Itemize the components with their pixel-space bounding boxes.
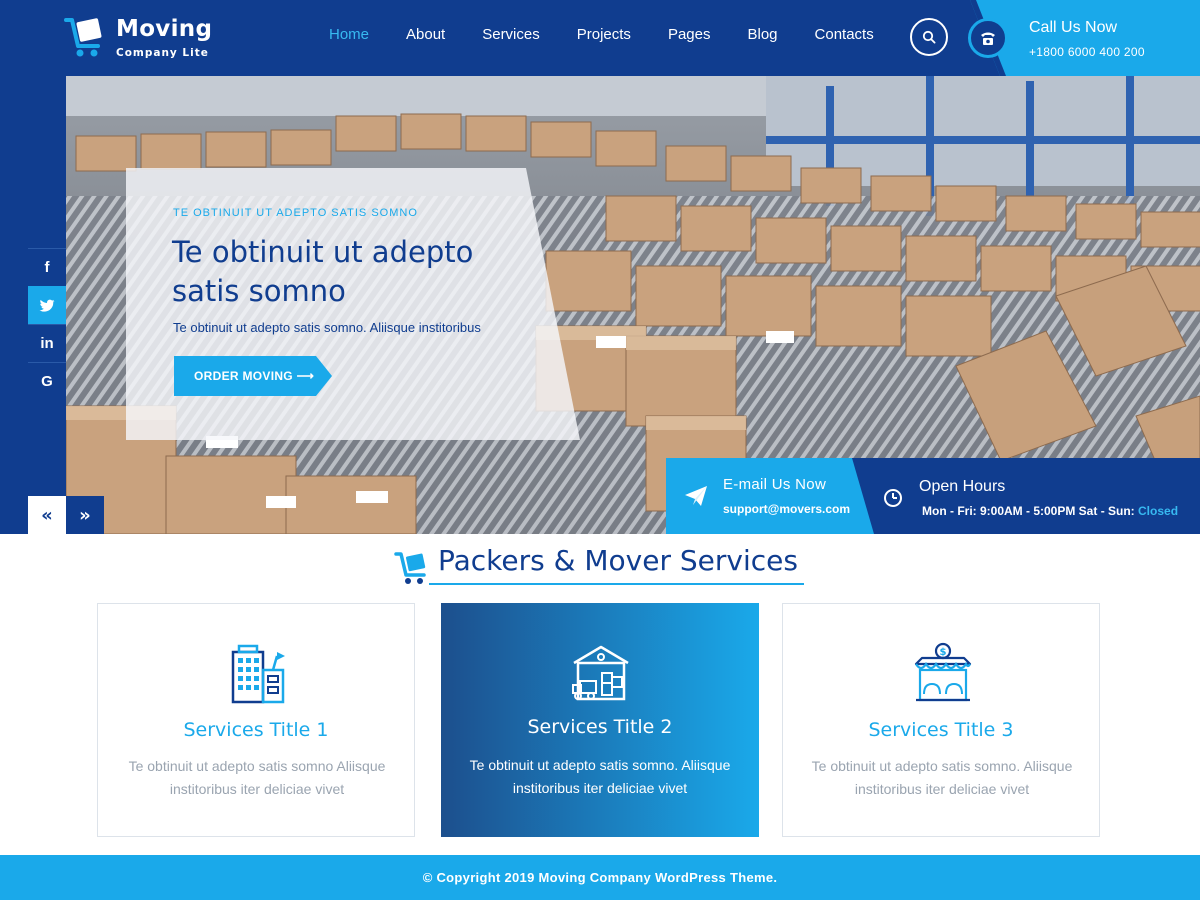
logo-tagline: Company Lite (116, 47, 209, 59)
hours-text: Mon - Fri: 9:00AM - 5:00PM Sat - Sun: Cl… (922, 504, 1178, 518)
nav-home[interactable]: Home (329, 26, 369, 48)
hours-closed: Closed (1138, 504, 1179, 518)
service-card-text: Te obtinuit ut adepto satis somno. Aliis… (469, 757, 731, 796)
service-card-title: Services Title 1 (183, 719, 329, 741)
copyright-text: © Copyright 2019 Moving Company WordPres… (422, 870, 778, 885)
order-moving-button[interactable]: ORDER MOVING ⟶ (174, 356, 332, 396)
service-card-2[interactable]: Services Title 2 Te obtinuit ut adepto s… (441, 603, 759, 837)
cart-icon (394, 552, 426, 584)
facebook-link[interactable]: f (28, 248, 66, 286)
service-card-text: Te obtinuit ut adepto satis somno. Aliis… (811, 758, 1073, 797)
linkedin-link[interactable]: in (28, 324, 66, 362)
site-logo[interactable]: Moving Company Lite (64, 14, 212, 64)
section-title-underline (429, 583, 804, 585)
double-chevron-left-icon: « (41, 504, 53, 526)
store-icon: $ (914, 642, 972, 702)
slider-next-button[interactable]: » (66, 496, 104, 534)
hours-schedule: Mon - Fri: 9:00AM - 5:00PM Sat - Sun: (922, 504, 1139, 518)
clock-icon (884, 489, 902, 507)
hero-title: Te obtinuit ut adepto satis somno (172, 235, 474, 308)
twitter-link[interactable] (28, 286, 66, 324)
nav-about[interactable]: About (406, 26, 445, 48)
nav-projects[interactable]: Projects (577, 26, 631, 48)
svg-text:$: $ (940, 647, 947, 658)
double-chevron-right-icon: » (79, 504, 91, 526)
nav-pages[interactable]: Pages (668, 26, 711, 48)
google-icon: G (41, 373, 53, 390)
phone-icon (981, 32, 995, 45)
hero-kicker: TE OBTINUIT UT ADEPTO SATIS SOMNO (173, 207, 418, 219)
nav-contacts[interactable]: Contacts (815, 26, 874, 48)
hero-text: Te obtinuit ut adepto satis somno. Aliis… (173, 320, 481, 335)
twitter-icon (39, 299, 55, 312)
hours-info-box (852, 458, 1200, 534)
order-moving-label: ORDER MOVING ⟶ (194, 369, 315, 383)
slider-prev-button[interactable]: « (28, 496, 66, 534)
service-card-text: Te obtinuit ut adepto satis somno Aliisq… (128, 758, 386, 797)
phone-icon-badge[interactable] (968, 18, 1008, 58)
service-card-title: Services Title 2 (527, 716, 673, 738)
services-section-title: Packers & Mover Services (438, 544, 798, 577)
search-icon (922, 30, 936, 44)
call-number[interactable]: +1800 6000 400 200 (1029, 45, 1145, 59)
service-card-3[interactable]: $ Services Title 3 Te obtinuit ut adepto… (782, 603, 1100, 837)
logo-title: Moving (116, 16, 213, 42)
google-link[interactable]: G (28, 362, 66, 400)
nav-services[interactable]: Services (482, 26, 540, 48)
hours-title: Open Hours (919, 478, 1006, 495)
linkedin-icon: in (40, 335, 54, 352)
paper-plane-icon (685, 486, 707, 506)
main-nav: Home About Services Projects Pages Blog … (329, 26, 911, 48)
search-button[interactable] (910, 18, 948, 56)
nav-blog[interactable]: Blog (747, 26, 777, 48)
warehouse-truck-icon (572, 645, 629, 701)
email-title: E-mail Us Now (723, 476, 827, 493)
service-card-title: Services Title 3 (868, 719, 1014, 741)
email-address[interactable]: support@movers.com (723, 502, 850, 516)
service-card-1[interactable]: Services Title 1 Te obtinuit ut adepto s… (97, 603, 415, 837)
cart-icon (64, 18, 102, 57)
facebook-icon: f (44, 259, 50, 276)
office-building-icon (231, 644, 285, 704)
call-title: Call Us Now (1029, 19, 1118, 36)
site-footer: © Copyright 2019 Moving Company WordPres… (0, 855, 1200, 900)
